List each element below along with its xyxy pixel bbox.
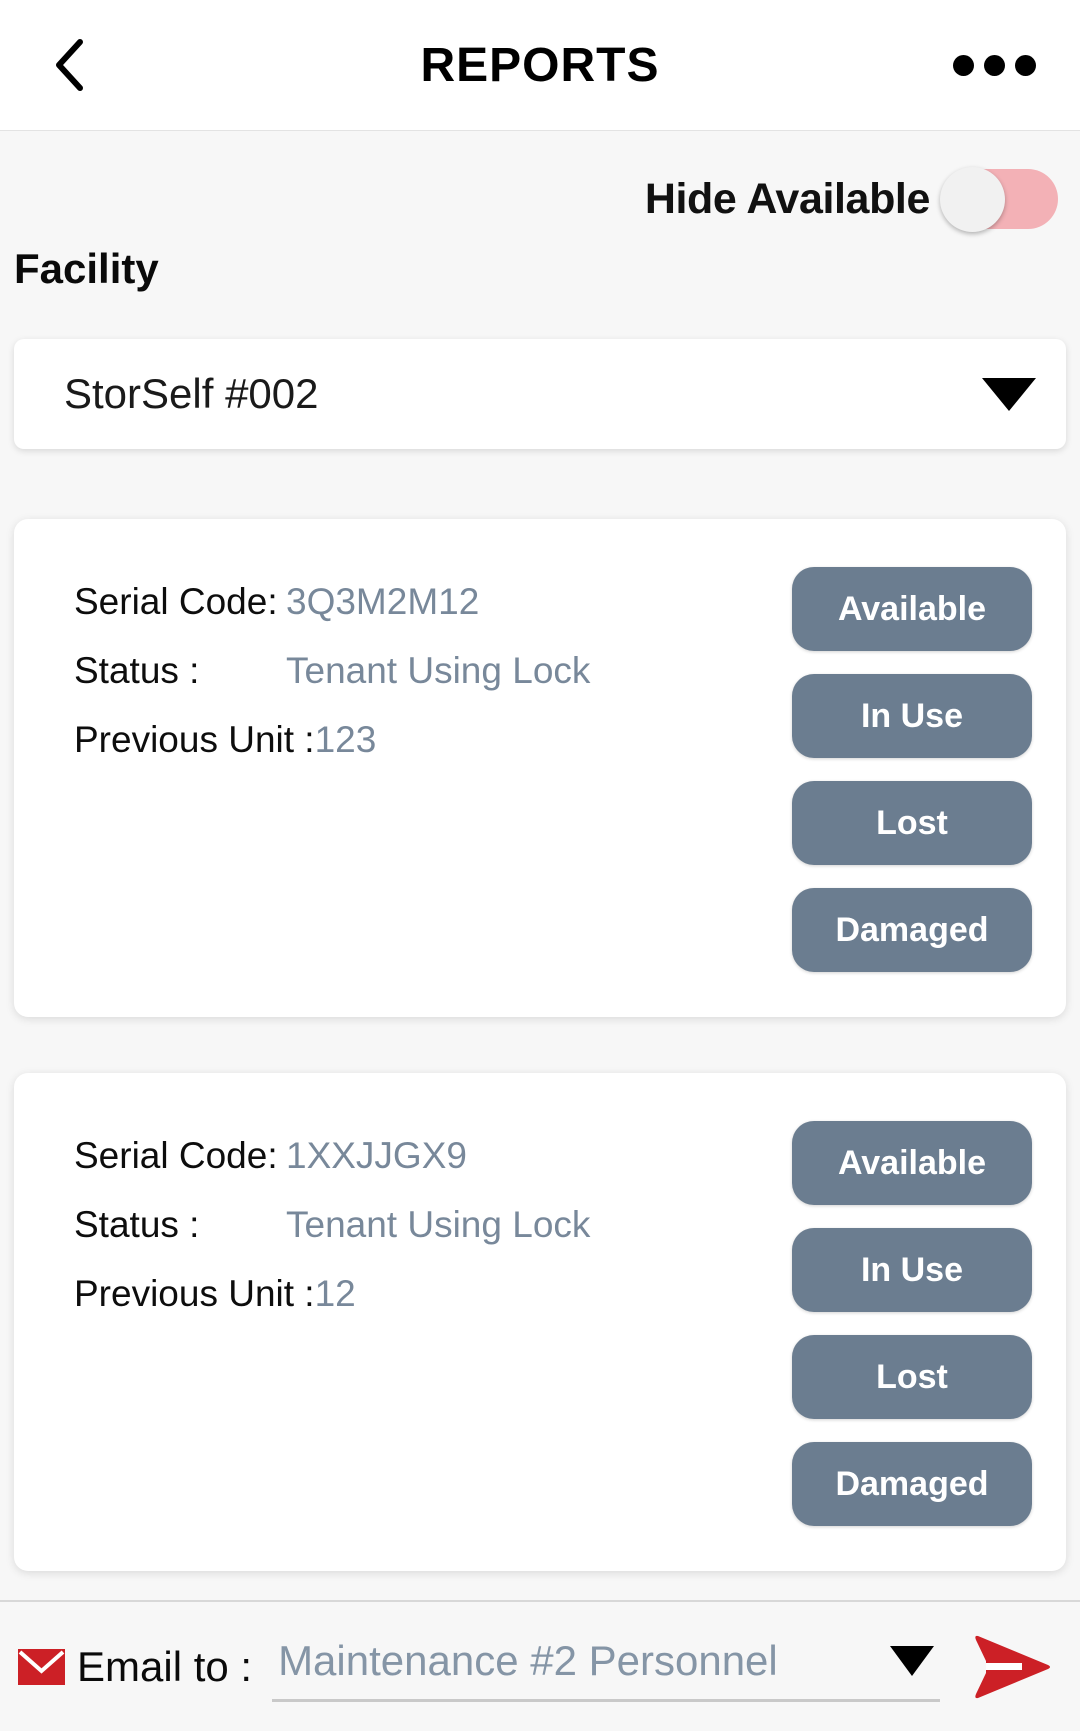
lock-card-list: Serial Code: 3Q3M2M12 Status : Tenant Us… — [0, 519, 1080, 1571]
previous-unit-value: 12 — [314, 1273, 356, 1314]
serial-code-row: Serial Code: 1XXJJGX9 — [74, 1135, 792, 1177]
previous-unit-row: Previous Unit : 12 — [74, 1273, 792, 1315]
lock-card-actions: Available In Use Lost Damaged — [792, 1121, 1032, 1527]
status-value: Tenant Using Lock — [286, 650, 591, 691]
more-options-button[interactable] — [949, 43, 1040, 88]
status-row: Status : Tenant Using Lock — [74, 1204, 792, 1246]
damaged-button[interactable]: Damaged — [792, 888, 1032, 972]
previous-unit-label: Previous Unit : — [74, 1273, 315, 1314]
lock-card-info: Serial Code: 3Q3M2M12 Status : Tenant Us… — [48, 567, 792, 973]
email-bottom-bar: Email to : Maintenance #2 Personnel — [0, 1600, 1080, 1731]
send-email-button[interactable] — [966, 1628, 1058, 1706]
available-button[interactable]: Available — [792, 1121, 1032, 1205]
in-use-button[interactable]: In Use — [792, 674, 1032, 758]
status-value: Tenant Using Lock — [286, 1204, 591, 1245]
chevron-down-icon — [890, 1646, 934, 1676]
serial-code-value: 1XXJJGX9 — [286, 1135, 467, 1176]
serial-code-row: Serial Code: 3Q3M2M12 — [74, 581, 792, 623]
more-horizontal-icon — [953, 54, 974, 76]
serial-code-value: 3Q3M2M12 — [286, 581, 480, 622]
chevron-down-icon — [982, 377, 1036, 411]
available-button[interactable]: Available — [792, 567, 1032, 651]
previous-unit-row: Previous Unit : 123 — [74, 719, 792, 761]
damaged-button[interactable]: Damaged — [792, 1442, 1032, 1526]
lock-card-actions: Available In Use Lost Damaged — [792, 567, 1032, 973]
lock-card: Serial Code: 1XXJJGX9 Status : Tenant Us… — [14, 1073, 1066, 1571]
previous-unit-value: 123 — [314, 719, 377, 760]
serial-code-label: Serial Code: — [74, 581, 278, 622]
toggle-knob — [940, 167, 1005, 232]
status-label: Status : — [74, 1204, 200, 1245]
facility-dropdown[interactable]: StorSelf #002 — [14, 339, 1066, 449]
lost-button[interactable]: Lost — [792, 1335, 1032, 1419]
page-title: REPORTS — [420, 38, 660, 92]
send-arrow-icon — [975, 1635, 1050, 1698]
app-header: REPORTS — [0, 0, 1080, 131]
facility-selected-value: StorSelf #002 — [64, 370, 319, 417]
lock-card-info: Serial Code: 1XXJJGX9 Status : Tenant Us… — [48, 1121, 792, 1527]
back-button[interactable] — [34, 30, 104, 100]
more-horizontal-icon — [984, 54, 1005, 76]
status-row: Status : Tenant Using Lock — [74, 650, 792, 692]
facility-label: Facility — [14, 245, 159, 292]
hide-available-toggle[interactable] — [940, 167, 1058, 232]
chevron-left-icon — [56, 39, 83, 91]
more-horizontal-icon — [1015, 54, 1036, 76]
hide-available-row: Hide Available — [0, 131, 1080, 232]
hide-available-label: Hide Available — [644, 174, 931, 223]
in-use-button[interactable]: In Use — [792, 1228, 1032, 1312]
serial-code-label: Serial Code: — [74, 1135, 278, 1176]
email-to-label: Email to : — [77, 1642, 253, 1690]
lost-button[interactable]: Lost — [792, 781, 1032, 865]
previous-unit-label: Previous Unit : — [74, 719, 315, 760]
lock-card: Serial Code: 3Q3M2M12 Status : Tenant Us… — [14, 519, 1066, 1017]
email-recipient-value: Maintenance #2 Personnel — [278, 1637, 778, 1684]
status-label: Status : — [74, 650, 200, 691]
email-recipient-dropdown[interactable]: Maintenance #2 Personnel — [272, 1631, 940, 1702]
envelope-icon — [18, 1648, 65, 1685]
